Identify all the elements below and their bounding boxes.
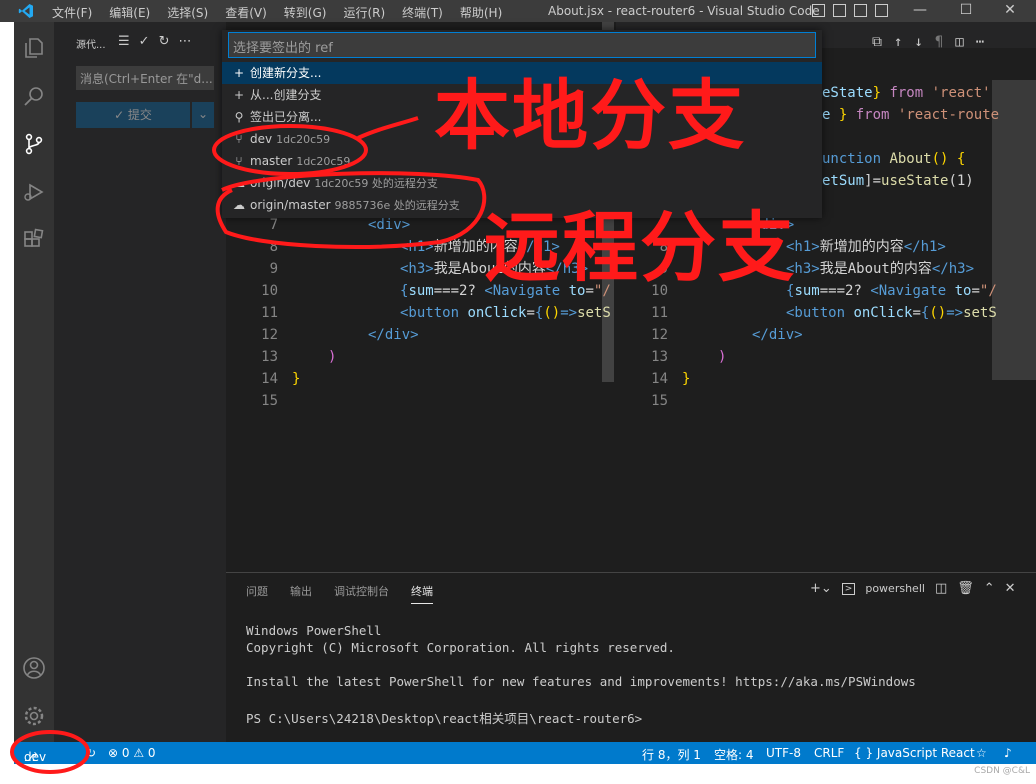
left-border [0,22,14,742]
annotation-local-branch: 本地分支 [434,71,746,160]
branch-icon: ⑂ [235,132,243,146]
toggle-sidebar-icon[interactable] [812,4,825,17]
tab-terminal[interactable]: 终端 [411,583,433,604]
menu-go[interactable]: 转到(G) [284,4,327,21]
split-editor-icon[interactable]: ◫ [955,34,963,50]
refresh-icon[interactable]: ↻ [159,34,170,49]
commit-check-icon[interactable]: ✓ [139,34,150,49]
cursor-position[interactable]: 行 8，列 1 [642,746,701,763]
minimize-button[interactable]: — [910,2,930,20]
watermark: CSDN @C&L [974,766,1030,776]
panel-tabs: 问题 输出 调试控制台 终端 [246,583,433,604]
activity-bar [14,22,54,742]
tab-problems[interactable]: 问题 [246,583,268,604]
feedback-icon[interactable]: ☆ [976,746,987,760]
cloud-icon: ☁ [233,176,245,190]
vscode-logo-icon [18,4,33,18]
sidebar-toolbar: ☰ ✓ ↻ ⋯ [118,34,191,49]
accounts-icon[interactable] [22,656,46,680]
more-actions-icon[interactable]: ⋯ [178,34,191,49]
new-terminal-icon[interactable]: +⌄ [810,581,832,596]
branch-icon: ⑂ [235,154,243,168]
terminal-line: Install the latest PowerShell for new fe… [246,674,916,689]
whitespace-icon[interactable]: ¶ [935,34,943,50]
terminal-line: Copyright (C) Microsoft Corporation. All… [246,640,675,655]
maximize-button[interactable]: ☐ [956,2,976,20]
eol-status[interactable]: CRLF [814,746,844,760]
panel-toolbar: +⌄ > powershell ◫ 🗑 ⌃ ✕ [810,581,1016,596]
search-icon[interactable] [22,84,46,108]
sync-icon[interactable]: ↻ [86,746,96,760]
close-panel-icon[interactable]: ✕ [1005,581,1016,596]
split-terminal-icon[interactable]: ◫ [935,581,947,596]
menu-view[interactable]: 查看(V) [225,4,267,21]
maximize-panel-icon[interactable]: ⌃ [984,581,995,596]
commit-message-input[interactable]: 消息(Ctrl+Enter 在"d... [76,66,214,90]
close-button[interactable]: ✕ [1000,2,1020,20]
view-as-tree-icon[interactable]: ☰ [118,34,130,49]
explorer-icon[interactable] [22,36,46,60]
source-control-sidebar: 源代... ☰ ✓ ↻ ⋯ 消息(Ctrl+Enter 在"d... ✓ 提交 … [54,22,226,742]
title-bar: 文件(F) 编辑(E) 选择(S) 查看(V) 转到(G) 运行(R) 终端(T… [0,0,1036,22]
more-actions-icon[interactable]: ⋯ [976,34,984,50]
vscode-window: 文件(F) 编辑(E) 选择(S) 查看(V) 转到(G) 运行(R) 终端(T… [0,0,1036,784]
language-mode[interactable]: { } JavaScript React [854,746,975,760]
status-bar: ⎇ dev ↻ ⊗ 0 ⚠ 0 行 8，列 1 空格: 4 UTF-8 CRLF… [14,742,1036,764]
toggle-panel-icon[interactable] [833,4,846,17]
run-debug-icon[interactable] [22,180,46,204]
menu-help[interactable]: 帮助(H) [460,4,502,21]
settings-gear-icon[interactable] [22,704,46,728]
sidebar-title: 源代... [76,40,106,51]
source-control-icon[interactable] [22,132,46,156]
commit-dropdown-chevron-icon[interactable]: ⌄ [192,102,214,128]
tab-debug-console[interactable]: 调试控制台 [334,583,389,604]
menu-edit[interactable]: 编辑(E) [109,4,150,21]
encoding-status[interactable]: UTF-8 [766,746,801,760]
notifications-bell-icon[interactable]: ♪ [1004,746,1012,760]
indentation-status[interactable]: 空格: 4 [714,746,754,763]
toggle-secondary-sidebar-icon[interactable] [854,4,867,17]
add-icon: + [233,66,245,80]
extensions-icon[interactable] [22,228,46,252]
terminal-line: Windows PowerShell [246,623,382,638]
menu-run[interactable]: 运行(R) [343,4,385,21]
annotation-remote-branch: 远程分支 [484,203,796,292]
menu-bar: 文件(F) 编辑(E) 选择(S) 查看(V) 转到(G) 运行(R) 终端(T… [52,4,502,21]
screenshot-margin [0,764,1036,784]
editor-actions: ⧉ ↑ ↓ ¶ ◫ ⋯ [872,34,984,50]
terminal-shell-label[interactable]: powershell [865,582,925,595]
menu-terminal[interactable]: 终端(T) [402,4,443,21]
problems-status[interactable]: ⊗ 0 ⚠ 0 [108,746,156,760]
terminal-shell-icon: > [841,582,856,595]
open-changes-icon[interactable]: ⧉ [872,34,882,50]
add-icon: + [233,88,245,102]
layout-controls [812,4,888,17]
customize-layout-icon[interactable] [875,4,888,17]
next-change-icon[interactable]: ↓ [914,34,922,50]
previous-change-icon[interactable]: ↑ [894,34,902,50]
detached-icon: ⚲ [234,110,244,124]
window-title: About.jsx - react-router6 - Visual Studi… [548,4,820,18]
bottom-panel: 问题 输出 调试控制台 终端 +⌄ > powershell ◫ 🗑 ⌃ ✕ W… [226,572,1036,742]
kill-terminal-icon[interactable]: 🗑 [957,581,974,596]
tab-output[interactable]: 输出 [290,583,312,604]
commit-button[interactable]: ✓ 提交 [76,102,190,128]
terminal-prompt[interactable]: PS C:\Users\24218\Desktop\react相关项目\reac… [246,708,642,727]
menu-selection[interactable]: 选择(S) [167,4,208,21]
menu-file[interactable]: 文件(F) [52,4,92,21]
cloud-icon: ☁ [233,198,245,212]
